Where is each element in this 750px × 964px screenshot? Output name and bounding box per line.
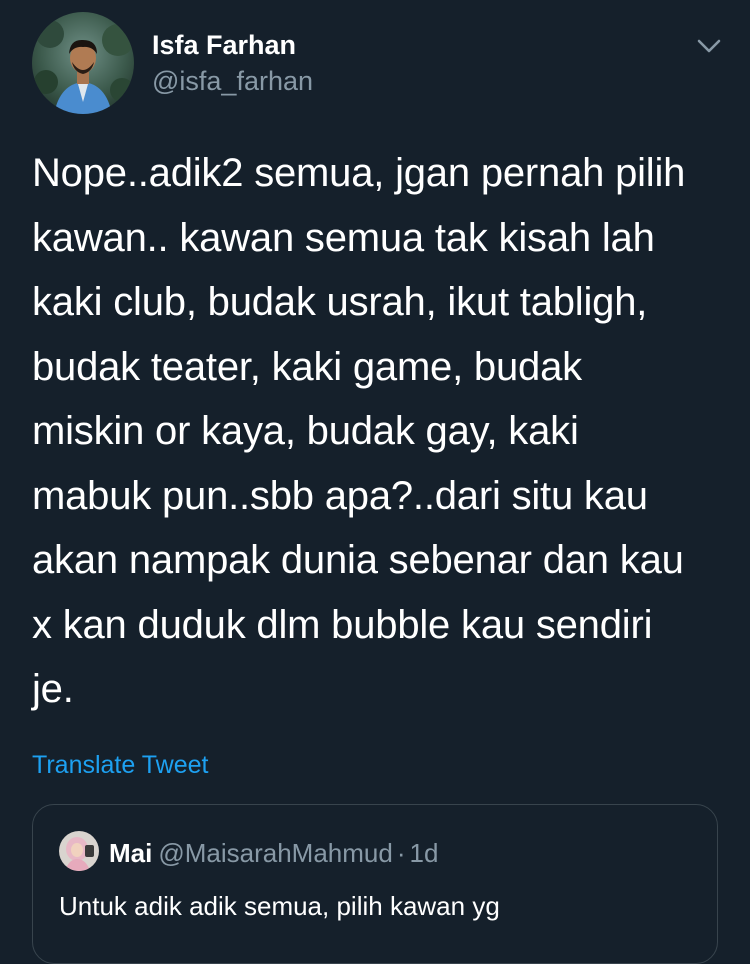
meta-separator: · (396, 838, 406, 868)
tweet-text: Nope..adik2 semua, jgan pernah pilih kaw… (32, 151, 686, 711)
quoted-tweet-card[interactable]: Mai @MaisarahMahmud · 1d Untuk adik adik se… (32, 804, 718, 964)
quoted-meta: Mai @MaisarahMahmud · 1d (109, 838, 438, 869)
author-name[interactable]: Isfa Farhan (152, 30, 296, 61)
translate-tweet-link[interactable]: Translate Tweet (32, 751, 208, 780)
author-handle[interactable]: @isfa_farhan (152, 66, 313, 97)
quoted-author-handle: @MaisarahMahmud (158, 838, 393, 868)
quoted-author-avatar (59, 831, 99, 871)
quoted-timestamp: 1d (409, 838, 439, 868)
chevron-down-icon[interactable] (694, 32, 724, 60)
quoted-tweet-text: Untuk adik adik semua, pilih kawan yg (59, 891, 500, 921)
author-avatar[interactable] (32, 12, 134, 114)
quoted-author-name: Mai (109, 838, 153, 868)
